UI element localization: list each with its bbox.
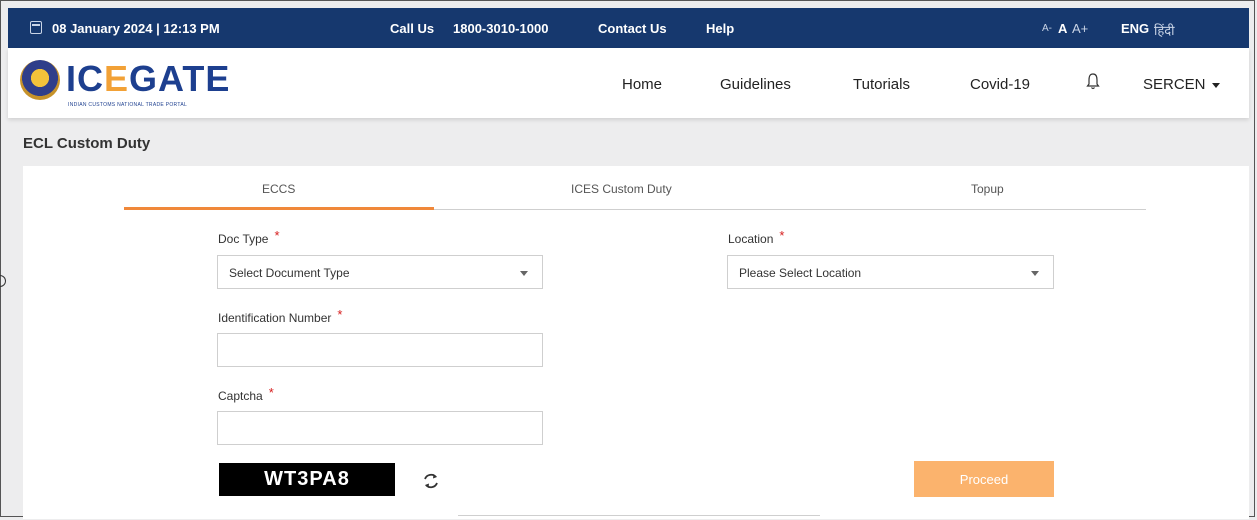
captcha-label: Captcha * (218, 385, 274, 403)
nav-tutorials[interactable]: Tutorials (853, 76, 910, 93)
call-us-number[interactable]: 1800-3010-1000 (453, 21, 548, 36)
required-mark: * (268, 385, 274, 400)
bottom-element-edge (458, 515, 820, 520)
required-mark: * (337, 307, 343, 322)
identification-number-label: Identification Number * (218, 307, 343, 325)
emblem-icon (20, 60, 60, 100)
lang-english-button[interactable]: ENG (1121, 21, 1149, 36)
tab-topup[interactable]: Topup (971, 182, 1004, 196)
calendar-icon (30, 21, 42, 34)
identification-number-label-text: Identification Number (218, 311, 332, 325)
date-time: 08 January 2024 | 12:13 PM (52, 21, 220, 36)
doc-type-select[interactable]: Select Document Type (217, 255, 543, 289)
font-normal-button[interactable]: A (1058, 21, 1067, 36)
contact-us-link[interactable]: Contact Us (598, 21, 667, 36)
lang-hindi-button[interactable]: हिंदी (1154, 21, 1175, 39)
location-select[interactable]: Please Select Location (727, 255, 1054, 289)
doc-type-value: Select Document Type (229, 266, 350, 280)
doc-type-label: Doc Type * (218, 228, 280, 246)
logo-subtitle: INDIAN CUSTOMS NATIONAL TRADE PORTAL (68, 102, 188, 108)
location-value: Please Select Location (739, 266, 862, 280)
captcha-image: WT3PA8 (219, 463, 395, 496)
tab-eccs[interactable]: ECCS (262, 182, 295, 196)
user-name: SERCEN (1143, 76, 1206, 93)
dropdown-arrow-icon (1031, 271, 1039, 276)
nav-covid-19[interactable]: Covid-19 (970, 76, 1030, 93)
nav-guidelines[interactable]: Guidelines (720, 76, 791, 93)
captcha-label-text: Captcha (218, 389, 263, 403)
font-increase-button[interactable]: A+ (1072, 21, 1088, 36)
doc-type-label-text: Doc Type (218, 232, 269, 246)
help-link[interactable]: Help (706, 21, 734, 36)
dropdown-arrow-icon (520, 271, 528, 276)
captcha-input[interactable] (217, 411, 543, 445)
active-tab-indicator (124, 207, 434, 210)
call-us-label: Call Us (390, 21, 435, 36)
logo-wordmark: ICEGATE (66, 58, 230, 100)
location-label: Location * (728, 228, 785, 246)
logo-text-rest: GATE (129, 58, 231, 99)
form-card (23, 166, 1249, 519)
user-menu[interactable]: SERCEN (1143, 76, 1220, 93)
identification-number-input[interactable] (217, 333, 543, 367)
location-label-text: Location (728, 232, 774, 246)
page-title: ECL Custom Duty (23, 135, 151, 152)
tab-ices-custom-duty[interactable]: ICES Custom Duty (571, 182, 672, 196)
logo-text-ic: IC (66, 58, 104, 99)
nav-home[interactable]: Home (622, 76, 662, 93)
proceed-button[interactable]: Proceed (914, 461, 1054, 497)
main-header: ICEGATE INDIAN CUSTOMS NATIONAL TRADE PO… (8, 48, 1249, 118)
chevron-down-icon (1211, 82, 1220, 88)
top-info-bar: 08 January 2024 | 12:13 PM Call Us 1800-… (8, 8, 1249, 48)
refresh-icon[interactable] (420, 470, 442, 492)
font-decrease-button[interactable]: A- (1042, 23, 1052, 34)
required-mark: * (274, 228, 280, 243)
bell-icon[interactable] (1086, 72, 1100, 90)
logo-text-e: E (104, 58, 130, 99)
required-mark: * (779, 228, 785, 243)
